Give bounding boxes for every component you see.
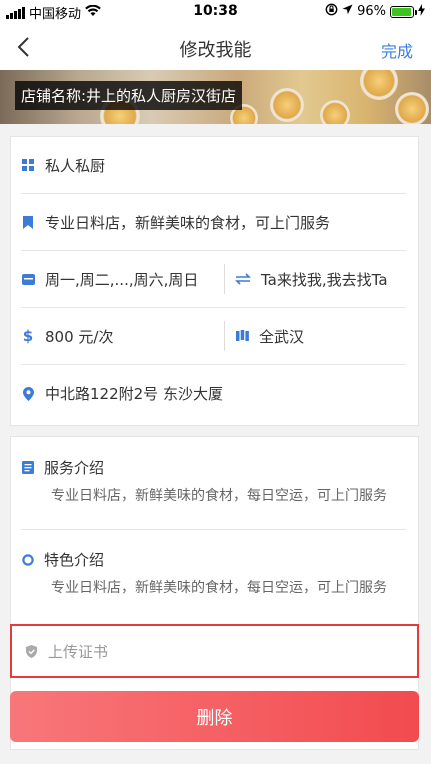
page-title: 修改我能 (179, 40, 252, 61)
area-field[interactable]: 全武汉 (235, 308, 304, 364)
ring-icon (21, 553, 35, 567)
price-area-row: $ 800 元/次 全武汉 (21, 308, 406, 365)
location-icon (342, 4, 353, 19)
document-icon (21, 461, 35, 475)
tagline-value: 专业日料店，新鲜美味的食材，可上门服务 (45, 213, 331, 232)
nav-bar: 修改我能 完成 (0, 24, 431, 70)
price-value: 800 元/次 (45, 327, 114, 346)
dish-image (395, 92, 429, 124)
tagline-row[interactable]: 专业日料店，新鲜美味的食材，可上门服务 (21, 194, 406, 251)
battery-level (392, 7, 412, 16)
grid-icon (21, 158, 35, 172)
shield-icon (24, 644, 38, 658)
lock-rotation-icon (325, 3, 338, 20)
dish-image (320, 100, 350, 124)
store-name-label: 店铺名称:井上的私人厨房汉街店 (15, 81, 243, 110)
bookmark-icon (21, 215, 35, 229)
service-intro-title: 服务介绍 (44, 459, 105, 477)
store-banner-image: 店铺名称:井上的私人厨房汉街店 (0, 70, 431, 124)
service-mode-field[interactable]: Ta来找我,我去找Ta (235, 251, 388, 307)
done-button[interactable]: 完成 (381, 38, 413, 62)
battery-icon (390, 5, 417, 18)
service-intro-section[interactable]: 服务介绍 专业日料店，新鲜美味的食材，每日空运，可上门服务 (21, 457, 406, 506)
price-field[interactable]: $ 800 元/次 (21, 308, 216, 364)
battery-percent: 96% (357, 4, 386, 19)
category-value: 私人私厨 (45, 156, 106, 175)
service-intro-body: 专业日料店，新鲜美味的食材，每日空运，可上门服务 (51, 488, 387, 504)
upload-certificate-field[interactable]: 上传证书 (10, 624, 419, 678)
divider (224, 264, 225, 294)
status-bar-right: 96% (325, 3, 425, 20)
feature-intro-section[interactable]: 特色介绍 专业日料店，新鲜美味的食材，每日空运，可上门服务 (21, 549, 406, 598)
upload-certificate-label: 上传证书 (48, 642, 109, 661)
dish-image (360, 70, 398, 100)
feature-intro-header: 特色介绍 (21, 549, 406, 570)
charging-icon (418, 3, 425, 20)
status-bar: 中国移动 10:38 96% (0, 0, 431, 24)
details-card: 私人私厨 专业日料店，新鲜美味的食材，可上门服务 周一,周二,...,周六,周日… (10, 136, 419, 426)
map-icon (235, 329, 249, 343)
dish-image (270, 88, 304, 122)
service-intro-header: 服务介绍 (21, 457, 406, 478)
service-mode-value: Ta来找我,我去找Ta (261, 270, 388, 289)
feature-intro-title: 特色介绍 (44, 551, 105, 569)
delete-button[interactable]: 删除 (10, 691, 419, 742)
swap-arrows-icon (235, 272, 251, 286)
address-value: 中北路122附2号 东沙大厦 (45, 385, 223, 403)
address-row[interactable]: 中北路122附2号 东沙大厦 (21, 365, 406, 422)
area-value: 全武汉 (259, 327, 305, 346)
divider (224, 321, 225, 351)
calendar-icon (21, 272, 35, 286)
location-pin-icon (21, 386, 35, 401)
schedule-value: 周一,周二,...,周六,周日 (45, 270, 199, 289)
schedule-mode-row: 周一,周二,...,周六,周日 Ta来找我,我去找Ta (21, 251, 406, 308)
schedule-field[interactable]: 周一,周二,...,周六,周日 (21, 251, 216, 307)
category-row[interactable]: 私人私厨 (21, 137, 406, 194)
dollar-icon: $ (22, 327, 34, 345)
divider (21, 529, 406, 530)
feature-intro-body: 专业日料店，新鲜美味的食材，每日空运，可上门服务 (51, 580, 387, 596)
